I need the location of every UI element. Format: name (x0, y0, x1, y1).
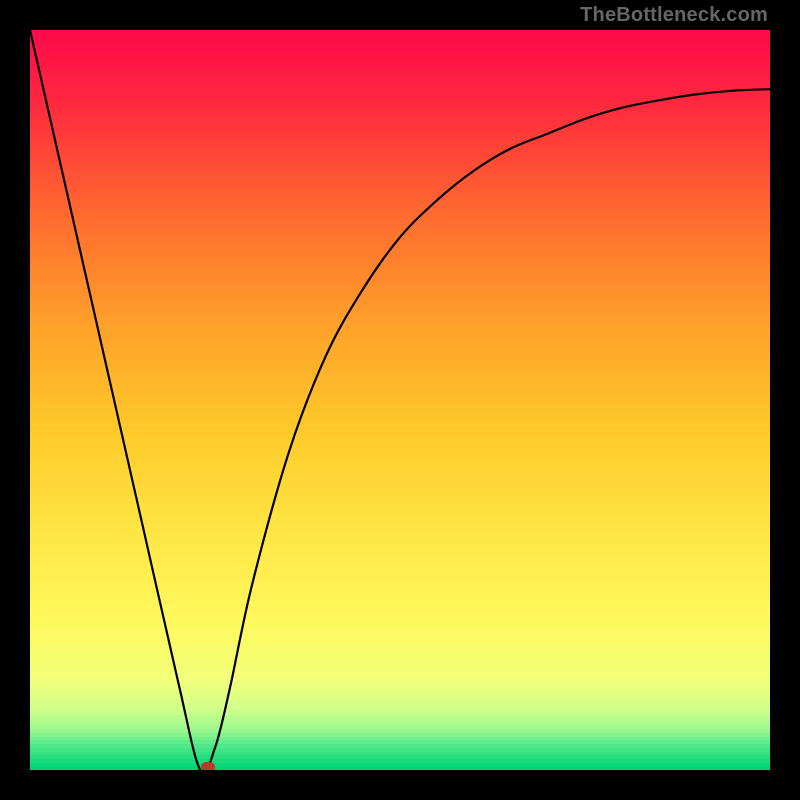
optimal-marker-icon (201, 762, 215, 770)
curve-layer (30, 30, 770, 770)
bottleneck-curve (30, 30, 770, 770)
plot-area (30, 30, 770, 770)
watermark-text: TheBottleneck.com (580, 4, 768, 27)
chart-frame: TheBottleneck.com (0, 0, 800, 800)
